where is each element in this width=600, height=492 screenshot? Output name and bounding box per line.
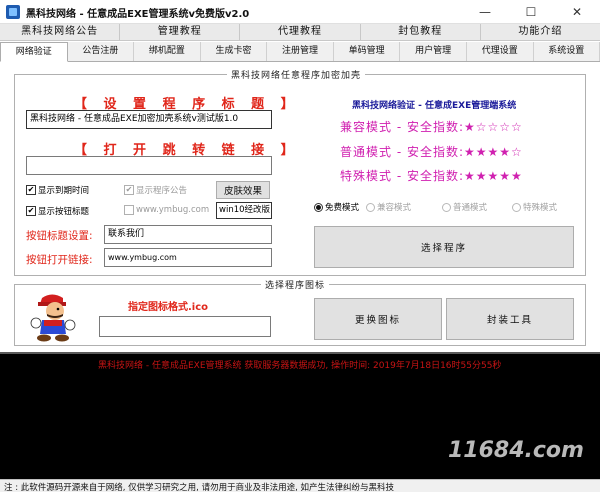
radio-free-label: 免费模式: [325, 203, 360, 213]
jump-link-input[interactable]: [26, 156, 272, 175]
mario-icon: [30, 294, 76, 342]
button-link-label: 按钮打开链接:: [26, 254, 93, 266]
tab-notice-register[interactable]: 公告注册: [68, 42, 135, 61]
tab-system-settings[interactable]: 系统设置: [534, 42, 600, 61]
tab-bar: 网络验证 公告注册 绑机配置 生成卡密 注册管理 单码管理 用户管理 代理设置 …: [0, 42, 600, 62]
pack-tool-button[interactable]: 封装工具: [446, 298, 574, 340]
radio-icon: [442, 202, 451, 212]
encrypt-group-legend: 黑科技网络任意程序加密加壳: [227, 68, 366, 81]
site-checkbox-label: www.ymbug.com: [136, 205, 210, 215]
menu-item-announcement[interactable]: 黑科技网络公告: [0, 24, 121, 40]
radio-selected-icon: [314, 202, 323, 212]
tab-single-code-manage[interactable]: 单码管理: [334, 42, 401, 61]
menu-item-features[interactable]: 功能介绍: [481, 24, 600, 40]
tab-register-manage[interactable]: 注册管理: [267, 42, 334, 61]
tab-network-verify[interactable]: 网络验证: [0, 42, 68, 62]
skin-select[interactable]: win10经改版: [216, 202, 272, 219]
status-text: 注 : 此软件源码开源来自于网络, 仅供学习研究之用, 请勿用于商业及非法用途,…: [4, 483, 394, 492]
tab-user-manage[interactable]: 用户管理: [400, 42, 467, 61]
unchecked-box-icon: [124, 205, 134, 215]
radio-icon: [366, 202, 375, 212]
program-title-input[interactable]: 黑科技网络 - 任意成品EXE加密加壳系统v测试版1.0: [26, 110, 272, 129]
app-icon: [6, 5, 20, 19]
radio-normal-label: 普通模式: [453, 203, 488, 213]
skin-effect-button[interactable]: 皮肤效果: [216, 181, 270, 199]
log-line: 黑科技网络 - 任意成品EXE管理系统 获取服务器数据成功, 操作时间: 201…: [98, 361, 502, 371]
mode-special-line: 特殊模式 - 安全指数:★★★★★: [340, 167, 523, 184]
mode-normal-stars: ★★★★☆: [464, 145, 523, 159]
icon-group-legend: 选择程序图标: [261, 278, 330, 291]
icon-path-input[interactable]: [99, 316, 271, 337]
menu-bar: 黑科技网络公告 管理教程 代理教程 封包教程 功能介绍: [0, 24, 600, 41]
mode-normal-line: 普通模式 - 安全指数:★★★★☆: [340, 143, 523, 160]
radio-icon: [512, 202, 521, 212]
mode-compat-text: 兼容模式 - 安全指数:: [340, 120, 465, 134]
title-bar: 黑科技网络 - 任意成品EXE管理系统v免费版v2.0 — ☐ ✕: [0, 0, 600, 24]
show-expire-checkbox[interactable]: ✔ 显示到期时间: [26, 184, 89, 196]
radio-normal-mode[interactable]: 普通模式: [442, 201, 487, 213]
tab-generate-keys[interactable]: 生成卡密: [201, 42, 268, 61]
button-title-label: 按钮标题设置:: [26, 230, 93, 242]
watermark: 11684.com: [448, 438, 584, 463]
mode-compat-stars: ★☆☆☆☆: [464, 120, 523, 134]
radio-free-mode[interactable]: 免费模式: [314, 201, 359, 213]
radio-compat-label: 兼容模式: [377, 203, 412, 213]
show-button-title-label: 显示按钮标题: [38, 207, 90, 217]
menu-item-packet-tutorial[interactable]: 封包教程: [361, 24, 481, 40]
show-notice-label: 显示程序公告: [136, 186, 188, 196]
button-link-input[interactable]: www.ymbug.com: [104, 248, 272, 267]
minimize-icon[interactable]: —: [462, 0, 508, 24]
menu-item-admin-tutorial[interactable]: 管理教程: [120, 24, 241, 40]
tab-agent-settings[interactable]: 代理设置: [467, 42, 534, 61]
mode-compat-line: 兼容模式 - 安全指数:★☆☆☆☆: [340, 118, 523, 135]
change-icon-button[interactable]: 更换图标: [314, 298, 442, 340]
mode-normal-text: 普通模式 - 安全指数:: [340, 145, 465, 159]
select-program-button[interactable]: 选择程序: [314, 226, 574, 268]
button-title-input[interactable]: 联系我们: [104, 225, 272, 244]
check-icon: ✔: [124, 185, 134, 195]
side-title: 黑科技网络验证 - 任意成EXE管理端系统: [352, 101, 517, 111]
radio-special-label: 特殊模式: [523, 203, 558, 213]
menu-item-agent-tutorial[interactable]: 代理教程: [240, 24, 361, 40]
show-notice-checkbox[interactable]: ✔ 显示程序公告: [124, 184, 187, 196]
mode-special-stars: ★★★★★: [464, 169, 523, 183]
check-icon: ✔: [26, 185, 36, 195]
maximize-icon[interactable]: ☐: [508, 0, 554, 24]
show-expire-label: 显示到期时间: [38, 186, 90, 196]
radio-compat-mode[interactable]: 兼容模式: [366, 201, 411, 213]
radio-special-mode[interactable]: 特殊模式: [512, 201, 557, 213]
close-icon[interactable]: ✕: [554, 0, 600, 24]
tab-bind-config[interactable]: 绑机配置: [134, 42, 201, 61]
icon-format-label: 指定图标格式.ico: [128, 302, 209, 313]
site-checkbox[interactable]: www.ymbug.com: [124, 205, 209, 215]
mode-special-text: 特殊模式 - 安全指数:: [340, 169, 465, 183]
status-bar: 注 : 此软件源码开源来自于网络, 仅供学习研究之用, 请勿用于商业及非法用途,…: [0, 479, 600, 492]
show-button-title-checkbox[interactable]: ✔ 显示按钮标题: [26, 205, 89, 217]
check-icon: ✔: [26, 206, 36, 216]
window-title: 黑科技网络 - 任意成品EXE管理系统v免费版v2.0: [26, 9, 250, 20]
